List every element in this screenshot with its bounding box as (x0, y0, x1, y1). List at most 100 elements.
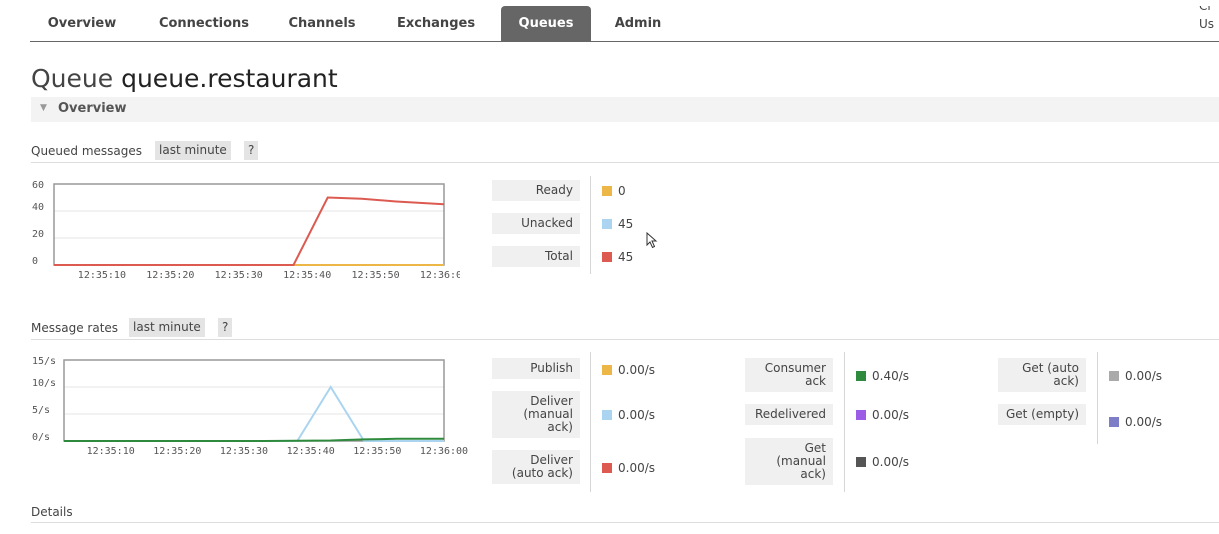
queued-chart-x-tick-label: 12:35:50 (351, 270, 399, 281)
queued-chart-y-tick-label: 0 (32, 256, 38, 267)
swatch-ready (602, 186, 612, 196)
queued-chart-x-tick-label: 12:35:30 (215, 270, 263, 281)
swatch-deliver-auto-ack (602, 463, 612, 473)
main-nav: Overview Connections Channels Exchanges … (30, 6, 1219, 42)
page-title-prefix: Queue (31, 64, 114, 93)
legend-label-unacked: Unacked (492, 213, 580, 234)
legend-value-ready: 0 (602, 184, 626, 198)
rates-chart-x-tick-label: 12:35:10 (87, 446, 135, 457)
swatch-redelivered (856, 410, 866, 420)
swatch-publish (602, 365, 612, 375)
tab-overview[interactable]: Overview (30, 6, 134, 41)
total-count: 45 (618, 250, 634, 264)
legend-value-get-auto-ack: 0.00/s (1109, 369, 1162, 383)
queued-chart-y-tick-label: 40 (32, 202, 44, 213)
legend-value-deliver-auto-ack: 0.00/s (602, 461, 655, 475)
queued-messages-help-button[interactable]: ? (244, 141, 259, 160)
get-manual-ack-rate: 0.00/s (872, 455, 910, 469)
queued-chart-series-total (54, 196, 445, 266)
swatch-deliver-manual-ack (602, 410, 612, 420)
deliver-auto-ack-rate: 0.00/s (618, 461, 656, 475)
message-rates-chart: 0/s 5/s 10/s 15/s 12:35:10 12:35:20 12:35:30 12… (32, 356, 468, 457)
legend-value-publish: 0.00/s (602, 363, 655, 377)
rates-chart-plot-frame (63, 359, 445, 442)
legend-label-ready: Ready (492, 180, 580, 201)
queue-name: queue.restaurant (121, 64, 338, 93)
legend-label-get-empty: Get (empty) (998, 404, 1086, 425)
legend-label-redelivered: Redelivered (745, 404, 833, 425)
message-rates-help-button[interactable]: ? (218, 318, 233, 337)
legend-value-total: 45 (602, 250, 633, 264)
redelivered-rate: 0.00/s (872, 408, 910, 422)
user-info-line2: Us (1199, 17, 1215, 31)
get-empty-rate: 0.00/s (1125, 415, 1163, 429)
legend-divider (590, 352, 591, 492)
swatch-unacked (602, 219, 612, 229)
consumer-ack-rate: 0.40/s (872, 369, 910, 383)
legend-divider (590, 176, 591, 274)
legend-label-deliver-manual-ack: Deliver (manual ack) (492, 391, 580, 438)
queued-chart-x-tick-label: 12:35:40 (283, 270, 331, 281)
rates-chart-x-tick-label: 12:35:50 (353, 446, 401, 457)
tab-channels[interactable]: Channels (274, 6, 370, 41)
tab-queues[interactable]: Queues (501, 6, 591, 41)
overview-section-header[interactable]: ▼ Overview (31, 97, 1219, 122)
legend-value-get-manual-ack: 0.00/s (856, 455, 909, 469)
rates-chart-y-tick-label: 10/s (32, 378, 56, 389)
legend-divider (844, 352, 845, 492)
queued-messages-range-button[interactable]: last minute (155, 141, 231, 160)
queued-messages-chart: 0 20 40 60 12:35:10 12:35:20 12:35:30 12:35:40 1… (32, 180, 460, 281)
legend-label-publish: Publish (492, 358, 580, 379)
legend-value-redelivered: 0.00/s (856, 408, 909, 422)
legend-value-unacked: 45 (602, 217, 633, 231)
get-auto-ack-rate: 0.00/s (1125, 369, 1163, 383)
rates-chart-y-tick-label: 15/s (32, 356, 56, 367)
tab-admin[interactable]: Admin (600, 6, 676, 41)
details-section-label: Details (31, 505, 73, 519)
unacked-count: 45 (618, 217, 634, 231)
swatch-total (602, 252, 612, 262)
legend-divider (1097, 352, 1098, 444)
queued-chart-x-tick-label: 12:35:10 (78, 270, 126, 281)
legend-value-get-empty: 0.00/s (1109, 415, 1162, 429)
queued-chart-y-tick-label: 60 (32, 180, 44, 191)
collapse-triangle-icon: ▼ (40, 103, 47, 113)
queued-chart-x-tick-label: 12:36:00 (420, 270, 460, 281)
user-info-line1: Cl (1199, 6, 1211, 13)
rates-chart-y-tick-label: 5/s (32, 405, 50, 416)
swatch-get-auto-ack (1109, 371, 1119, 381)
rates-chart-y-tick-label: 0/s (32, 432, 50, 443)
page-title: Queue queue.restaurant (31, 64, 338, 93)
queued-chart-plot-frame (53, 183, 445, 266)
tab-exchanges[interactable]: Exchanges (380, 6, 492, 41)
deliver-manual-ack-rate: 0.00/s (618, 408, 656, 422)
rates-chart-x-tick-label: 12:35:40 (287, 446, 335, 457)
queued-chart-x-tick-label: 12:35:20 (146, 270, 194, 281)
legend-label-consumer-ack: Consumer ack (745, 358, 833, 392)
legend-label-get-auto-ack: Get (auto ack) (998, 358, 1086, 392)
queued-messages-title: Queued messages (31, 144, 143, 158)
ready-count: 0 (618, 184, 626, 198)
details-section-header[interactable]: Details (31, 503, 1219, 523)
rates-chart-x-tick-label: 12:36:00 (420, 446, 468, 457)
queued-chart-y-tick-label: 20 (32, 229, 44, 240)
legend-label-get-manual-ack: Get (manual ack) (745, 438, 833, 485)
rates-chart-x-tick-label: 12:35:20 (153, 446, 201, 457)
message-rates-header: Message rates last minute ? (31, 318, 1219, 340)
swatch-consumer-ack (856, 371, 866, 381)
legend-value-deliver-manual-ack: 0.00/s (602, 408, 655, 422)
publish-rate: 0.00/s (618, 363, 656, 377)
legend-label-total: Total (492, 246, 580, 267)
message-rates-range-button[interactable]: last minute (129, 318, 205, 337)
swatch-get-empty (1109, 417, 1119, 427)
rates-chart-x-tick-label: 12:35:30 (220, 446, 268, 457)
legend-value-consumer-ack: 0.40/s (856, 369, 909, 383)
queued-messages-header: Queued messages last minute ? (31, 141, 1219, 163)
message-rates-title: Message rates (31, 321, 119, 335)
overview-section-label: Overview (58, 101, 127, 116)
tab-connections[interactable]: Connections (142, 6, 266, 41)
legend-label-deliver-auto-ack: Deliver (auto ack) (492, 450, 580, 484)
user-info: Cl Us (1199, 6, 1219, 46)
swatch-get-manual-ack (856, 457, 866, 467)
mouse-pointer-icon (646, 232, 658, 249)
